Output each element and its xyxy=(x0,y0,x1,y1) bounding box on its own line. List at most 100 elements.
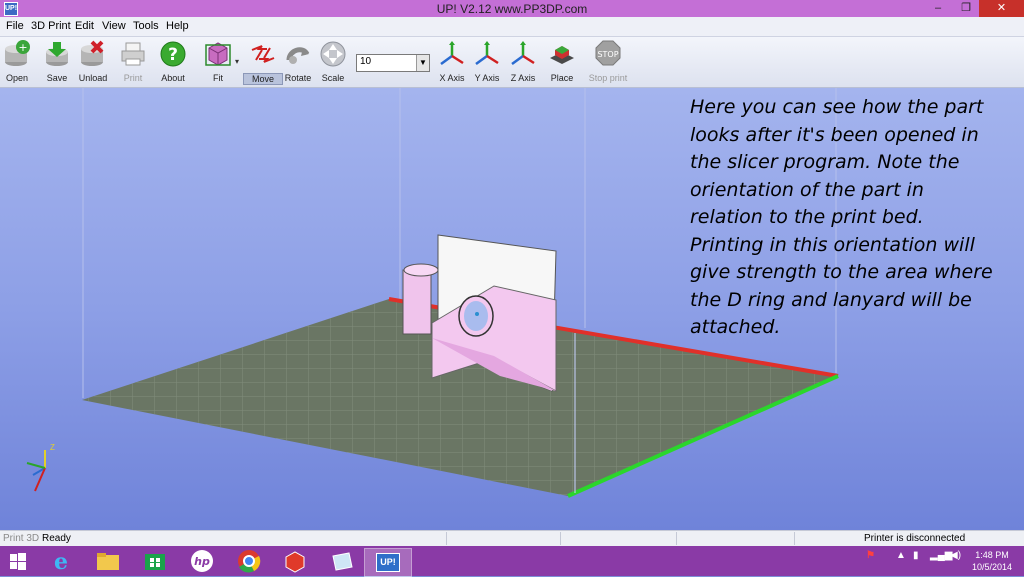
status-divider xyxy=(794,532,795,545)
x-axis-label: X Axis xyxy=(439,73,465,83)
svg-text:?: ? xyxy=(168,45,178,65)
print-label: Print xyxy=(123,73,143,83)
stop-print-label: Stop print xyxy=(588,73,628,83)
amount-combobox[interactable]: 10 ▼ xyxy=(356,54,430,72)
save-button[interactable]: Save xyxy=(37,40,77,86)
system-clock[interactable]: 1:48 PM 10/5/2014 xyxy=(972,549,1012,573)
status-mode: Print 3D xyxy=(3,533,40,544)
clock-date: 10/5/2014 xyxy=(971,562,1012,572)
taskbar-store[interactable] xyxy=(132,548,178,575)
fit-cube-icon xyxy=(205,42,231,66)
close-button[interactable]: ✕ xyxy=(979,0,1024,17)
sketchup-icon xyxy=(285,551,305,573)
action-center-alert-icon[interactable]: ⚑ xyxy=(866,550,875,561)
annotation-line: the D ring and lanyard will be xyxy=(690,288,972,311)
rotate-button[interactable]: Rotate xyxy=(278,40,318,86)
folder-icon xyxy=(97,553,119,570)
about-button[interactable]: ? About xyxy=(153,40,193,86)
axis-gizmo: Z xyxy=(26,443,55,492)
svg-text:e: e xyxy=(54,549,68,574)
fit-button[interactable]: Fit xyxy=(198,40,238,86)
menu-3d-print[interactable]: 3D Print xyxy=(31,20,71,32)
scale-label: Scale xyxy=(321,73,345,83)
battery-icon[interactable]: ▮ xyxy=(913,550,919,561)
stop-sign-icon: STOP xyxy=(595,40,621,66)
save-label: Save xyxy=(46,73,68,83)
open-button[interactable]: + Open xyxy=(0,40,37,86)
z-axis-button[interactable]: Z Axis xyxy=(503,40,543,86)
fit-dropdown-arrow-icon[interactable]: ▾ xyxy=(235,57,239,66)
y-axis-label: Y Axis xyxy=(474,73,500,83)
move-button[interactable]: Move xyxy=(243,40,283,86)
menu-file[interactable]: File xyxy=(6,20,24,32)
help-icon: ? xyxy=(160,41,186,67)
status-bar: Print 3D Ready Printer is disconnected xyxy=(0,530,1024,547)
menu-edit[interactable]: Edit xyxy=(75,20,94,32)
taskbar-sketchup[interactable] xyxy=(272,548,318,575)
y-axis-icon xyxy=(475,41,499,66)
annotation-line: give strength to the area where xyxy=(690,261,993,283)
save-icon xyxy=(46,42,68,66)
status-divider xyxy=(560,532,561,545)
hp-logo-icon: hp xyxy=(191,550,213,572)
annotation-line: the slicer program. Note the xyxy=(690,151,960,173)
amount-value: 10 xyxy=(360,56,372,67)
y-axis-button[interactable]: Y Axis xyxy=(467,40,507,86)
rotate-label: Rotate xyxy=(284,73,312,83)
taskbar-internet-explorer[interactable]: e xyxy=(38,548,84,575)
internet-explorer-icon: e xyxy=(54,549,68,575)
annotation-line: attached. xyxy=(690,316,781,338)
notepad-icon xyxy=(332,552,353,571)
annotation-line: Here you can see how the part xyxy=(690,96,984,118)
svg-text:+: + xyxy=(18,41,27,54)
printer-icon xyxy=(121,42,145,66)
x-axis-icon xyxy=(440,41,464,66)
annotation-line: looks after it's been opened in xyxy=(690,123,979,146)
menu-bar: File 3D Print Edit View Tools Help xyxy=(0,17,1024,37)
rotate-icon xyxy=(286,47,310,64)
taskbar-up-printer[interactable]: UP! xyxy=(364,548,412,577)
volume-icon[interactable]: ◀) xyxy=(950,550,961,561)
start-button[interactable] xyxy=(0,548,36,575)
up-app-icon: UP! xyxy=(376,553,400,572)
scale-button[interactable]: Scale xyxy=(313,40,353,86)
minimize-button[interactable]: – xyxy=(924,0,952,17)
menu-tools[interactable]: Tools xyxy=(133,20,159,32)
status-state: Ready xyxy=(42,533,71,544)
z-axis-label: Z Axis xyxy=(510,73,536,83)
unload-icon xyxy=(81,40,104,66)
place-button[interactable]: Place xyxy=(542,40,582,86)
scale-icon xyxy=(320,41,346,67)
clock-time: 1:48 PM xyxy=(975,550,1009,560)
annotation-line: orientation of the part in xyxy=(690,178,924,201)
x-axis-button[interactable]: X Axis xyxy=(432,40,472,86)
unload-button[interactable]: Unload xyxy=(73,40,113,86)
window-title: UP! V2.12 www.PP3DP.com xyxy=(436,2,588,16)
hp-logo-text: hp xyxy=(194,555,210,568)
taskbar-file-explorer[interactable] xyxy=(85,548,131,575)
menu-view[interactable]: View xyxy=(102,20,126,32)
stop-print-button[interactable]: STOP Stop print xyxy=(588,40,628,86)
taskbar: e hp UP! ⚑ ▲ ▮ ▂▄▆ ◀) 1:48 PM 10/5/2014 xyxy=(0,546,1024,577)
show-hidden-icons-icon[interactable]: ▲ xyxy=(896,550,906,561)
open-label: Open xyxy=(5,73,29,83)
z-axis-icon xyxy=(511,41,535,66)
maximize-button[interactable]: ❐ xyxy=(952,0,980,17)
open-icon: + xyxy=(5,40,30,66)
chrome-icon xyxy=(238,550,261,573)
3d-viewport[interactable]: Z Here you can see how the part looks af… xyxy=(0,88,1024,530)
taskbar-chrome[interactable] xyxy=(226,548,272,575)
print-button[interactable]: Print xyxy=(113,40,153,86)
taskbar-app[interactable] xyxy=(319,548,365,575)
chevron-down-icon[interactable]: ▼ xyxy=(416,55,429,71)
title-bar: UP! UP! V2.12 www.PP3DP.com – ❐ ✕ xyxy=(0,0,1024,17)
windows-logo-icon xyxy=(10,553,26,570)
move-arrows-icon xyxy=(251,45,275,63)
annotation-line: Printing in this orientation will xyxy=(690,233,975,256)
menu-help[interactable]: Help xyxy=(166,20,189,32)
axis-z-label: Z xyxy=(50,443,55,452)
taskbar-hp[interactable]: hp xyxy=(179,548,225,575)
status-divider xyxy=(446,532,447,545)
about-label: About xyxy=(161,73,185,83)
move-label: Move xyxy=(243,73,283,85)
